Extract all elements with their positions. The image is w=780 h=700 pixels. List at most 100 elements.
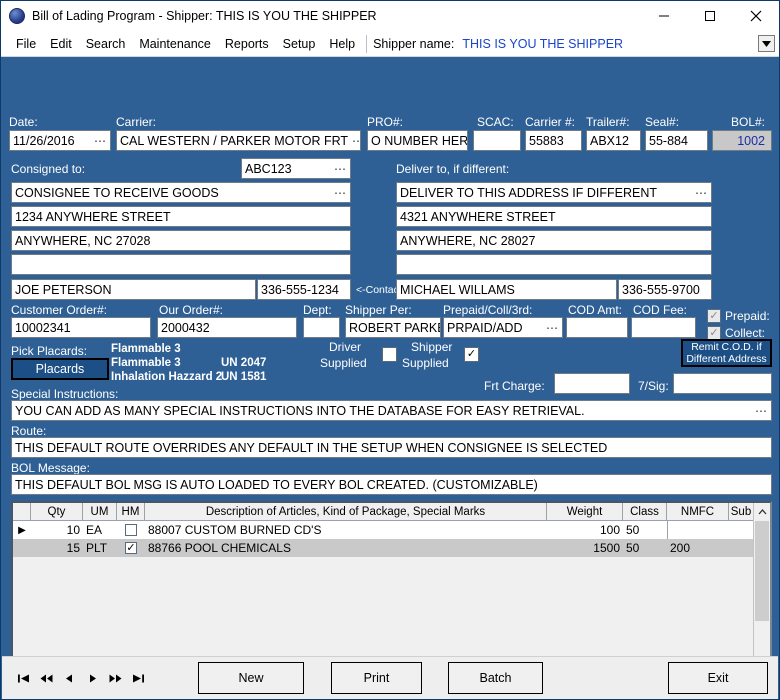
- table-row[interactable]: ▶ 10 EA 88007 CUSTOM BURNED CD'S 100 50: [13, 521, 770, 539]
- prepaid-checkbox[interactable]: ✓: [707, 309, 721, 323]
- cod-amount-field[interactable]: [566, 317, 628, 338]
- cell-class[interactable]: 50: [623, 521, 667, 539]
- collect-checkbox-row[interactable]: ✓ Collect:: [707, 326, 765, 340]
- deliver-name-field[interactable]: DELIVER TO THIS ADDRESS IF DIFFERENT ⋯: [396, 182, 712, 203]
- pro-field[interactable]: O NUMBER HERE: [367, 130, 468, 151]
- prev-page-icon[interactable]: [35, 664, 58, 692]
- deliver-address3-field[interactable]: [396, 254, 712, 275]
- ellipsis-icon[interactable]: ⋯: [348, 134, 361, 148]
- frt-charge-field[interactable]: [554, 373, 630, 394]
- menu-search[interactable]: Search: [79, 35, 133, 53]
- print-button[interactable]: Print: [331, 662, 422, 694]
- cell-weight[interactable]: 1500: [547, 539, 623, 557]
- placards-button[interactable]: Placards: [11, 358, 109, 380]
- customer-order-field[interactable]: 10002341: [11, 317, 151, 338]
- scac-field[interactable]: [473, 130, 521, 151]
- cell-description[interactable]: 88766 POOL CHEMICALS: [145, 539, 547, 557]
- menu-maintenance[interactable]: Maintenance: [132, 35, 218, 53]
- consignee-name-field[interactable]: CONSIGNEE TO RECEIVE GOODS ⋯: [11, 182, 351, 203]
- prepaid-checkbox-row[interactable]: ✓ Prepaid:: [707, 309, 770, 323]
- cell-weight[interactable]: 100: [547, 521, 623, 539]
- cell-sub[interactable]: [729, 539, 754, 557]
- grid-header-class[interactable]: Class: [623, 503, 667, 520]
- ellipsis-icon[interactable]: ⋯: [542, 321, 559, 335]
- deliver-address1-field[interactable]: 4321 ANYWHERE STREET: [396, 206, 712, 227]
- ellipsis-icon[interactable]: ⋯: [330, 162, 347, 176]
- menu-setup[interactable]: Setup: [276, 35, 323, 53]
- consignee-phone-field[interactable]: 336-555-1234: [257, 279, 351, 300]
- grid-vertical-scrollbar[interactable]: [753, 503, 770, 669]
- cell-nmfc[interactable]: [667, 521, 729, 539]
- cell-nmfc[interactable]: 200: [667, 539, 729, 557]
- date-field[interactable]: 11/26/2016 ⋯: [9, 130, 111, 151]
- cell-sub[interactable]: [729, 521, 754, 539]
- menu-file[interactable]: File: [9, 35, 43, 53]
- sig-field[interactable]: [673, 373, 772, 394]
- exit-button[interactable]: Exit: [668, 662, 768, 694]
- driver-supplied-checkbox[interactable]: [382, 347, 397, 362]
- grid-header-sub[interactable]: Sub: [729, 503, 754, 520]
- deliver-phone-field[interactable]: 336-555-9700: [618, 279, 712, 300]
- row-selector-icon[interactable]: [13, 539, 31, 557]
- cell-um[interactable]: EA: [83, 521, 117, 539]
- table-row[interactable]: 15 PLT ✓ 88766 POOL CHEMICALS 1500 50 20…: [13, 539, 770, 557]
- ellipsis-icon[interactable]: ⋯: [751, 404, 768, 418]
- shipper-per-field[interactable]: ROBERT PARKE: [345, 317, 441, 338]
- first-record-icon[interactable]: [12, 664, 35, 692]
- new-button[interactable]: New: [198, 662, 304, 694]
- carrier-field[interactable]: CAL WESTERN / PARKER MOTOR FRT ⋯: [116, 130, 361, 151]
- trailer-field[interactable]: ABX12: [586, 130, 641, 151]
- consignee-address1-field[interactable]: 1234 ANYWHERE STREET: [11, 206, 351, 227]
- bol-message-field[interactable]: THIS DEFAULT BOL MSG IS AUTO LOADED TO E…: [11, 474, 772, 495]
- cell-hm[interactable]: ✓: [117, 539, 145, 557]
- chevron-up-icon[interactable]: [754, 503, 770, 520]
- line-items-grid[interactable]: Qty UM HM Description of Articles, Kind …: [11, 501, 772, 671]
- grid-header-nmfc[interactable]: NMFC: [667, 503, 729, 520]
- ellipsis-icon[interactable]: ⋯: [330, 186, 347, 200]
- cell-class[interactable]: 50: [623, 539, 667, 557]
- remit-cod-button[interactable]: Remit C.O.D. if Different Address: [681, 339, 772, 367]
- chevron-down-icon[interactable]: [758, 35, 775, 52]
- carrier-number-field[interactable]: 55883: [525, 130, 582, 151]
- grid-header-um[interactable]: UM: [83, 503, 117, 520]
- route-field[interactable]: THIS DEFAULT ROUTE OVERRIDES ANY DEFAULT…: [11, 437, 772, 458]
- next-record-icon[interactable]: [81, 664, 104, 692]
- prepaid-collect-third-field[interactable]: PRPAID/ADD ⋯: [443, 317, 563, 338]
- collect-checkbox[interactable]: ✓: [707, 326, 721, 340]
- hazmat-checkbox[interactable]: [125, 524, 137, 536]
- deliver-contact-field[interactable]: MICHAEL WILLAMS: [396, 279, 617, 300]
- grid-header-qty[interactable]: Qty: [31, 503, 83, 520]
- cell-qty[interactable]: 10: [31, 521, 83, 539]
- seal-field[interactable]: 55-884: [645, 130, 708, 151]
- cell-um[interactable]: PLT: [83, 539, 117, 557]
- cod-fee-field[interactable]: [631, 317, 696, 338]
- menu-help[interactable]: Help: [322, 35, 362, 53]
- dept-field[interactable]: [303, 317, 340, 338]
- next-page-icon[interactable]: [104, 664, 127, 692]
- cell-qty[interactable]: 15: [31, 539, 83, 557]
- consignee-address3-field[interactable]: [11, 254, 351, 275]
- last-record-icon[interactable]: [127, 664, 150, 692]
- grid-header-hm[interactable]: HM: [117, 503, 145, 520]
- maximize-button[interactable]: [687, 1, 733, 31]
- shipper-name-value[interactable]: THIS IS YOU THE SHIPPER: [462, 37, 623, 51]
- consignee-address2-field[interactable]: ANYWHERE, NC 27028: [11, 230, 351, 251]
- close-button[interactable]: [733, 1, 779, 31]
- scrollbar-thumb[interactable]: [755, 521, 769, 621]
- grid-header-weight[interactable]: Weight: [547, 503, 623, 520]
- grid-header-description[interactable]: Description of Articles, Kind of Package…: [145, 503, 547, 520]
- row-selector-icon[interactable]: ▶: [13, 521, 31, 539]
- cell-hm[interactable]: [117, 521, 145, 539]
- menu-reports[interactable]: Reports: [218, 35, 276, 53]
- special-instructions-field[interactable]: YOU CAN ADD AS MANY SPECIAL INSTRUCTIONS…: [11, 400, 772, 421]
- minimize-button[interactable]: [641, 1, 687, 31]
- ellipsis-icon[interactable]: ⋯: [90, 134, 107, 148]
- prev-record-icon[interactable]: [58, 664, 81, 692]
- consignee-code-field[interactable]: ABC123 ⋯: [241, 158, 351, 179]
- batch-button[interactable]: Batch: [448, 662, 543, 694]
- menu-edit[interactable]: Edit: [43, 35, 79, 53]
- cell-description[interactable]: 88007 CUSTOM BURNED CD'S: [145, 521, 547, 539]
- consignee-contact-field[interactable]: JOE PETERSON: [11, 279, 256, 300]
- ellipsis-icon[interactable]: ⋯: [691, 186, 708, 200]
- hazmat-checkbox[interactable]: ✓: [125, 542, 137, 554]
